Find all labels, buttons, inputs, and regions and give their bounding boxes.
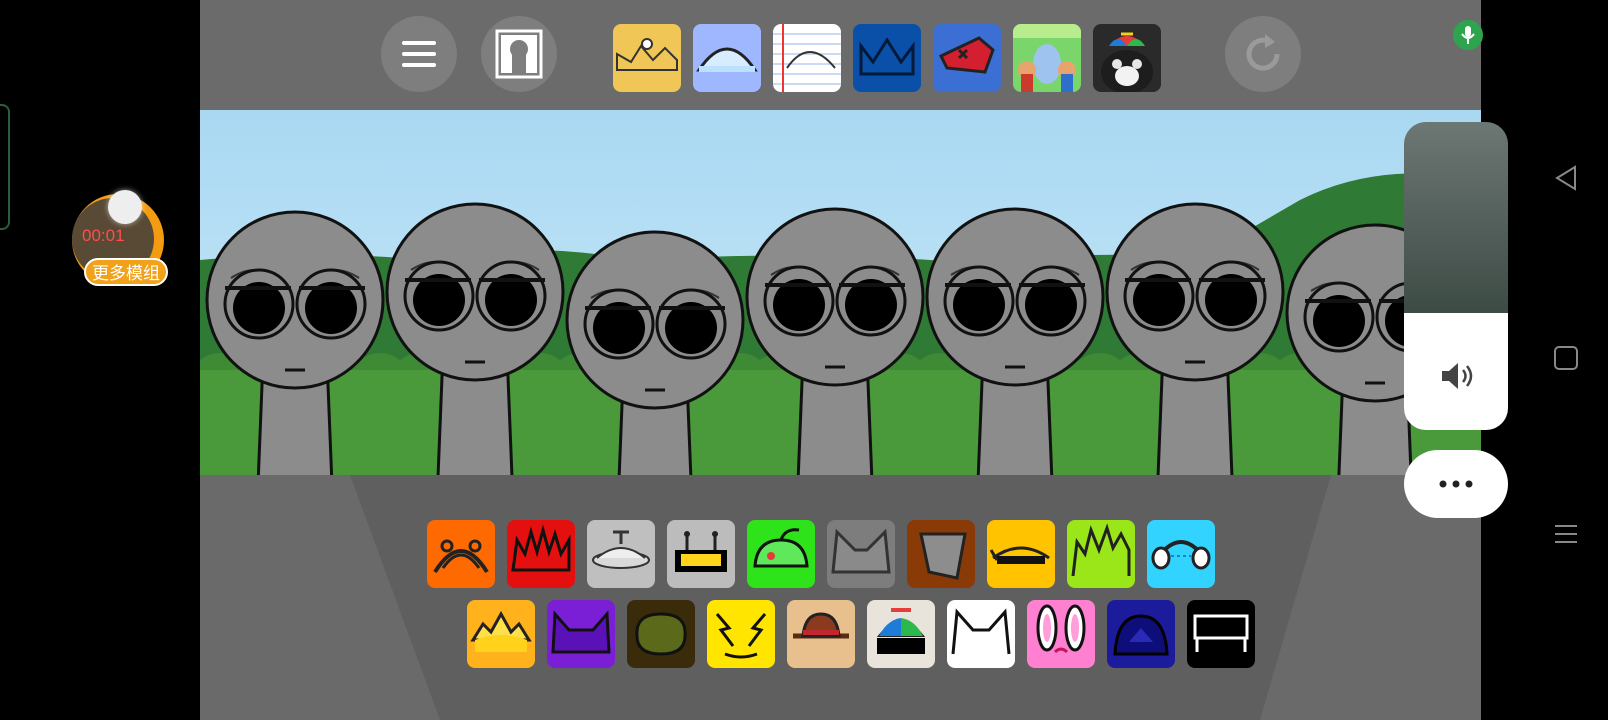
microphone-button[interactable]	[1453, 20, 1483, 50]
pink-bunny-sound-button[interactable]	[1027, 600, 1095, 668]
mod-slot-1[interactable]	[613, 24, 681, 92]
propeller-cap-sound-button[interactable]	[867, 600, 935, 668]
red-blue-hat-mod-icon	[933, 24, 1001, 92]
nav-menu-button[interactable]	[1548, 516, 1584, 552]
green-characters-mod-icon	[1013, 24, 1081, 92]
back-triangle-icon	[1555, 165, 1576, 191]
black-bench-sound-button[interactable]	[1187, 600, 1255, 668]
top-toolbar	[200, 0, 1481, 110]
mod-slot-3[interactable]	[773, 24, 841, 92]
frame-button[interactable]	[481, 16, 557, 92]
green-pepper-sound-icon	[753, 528, 809, 568]
yellow-lightning-sound-button[interactable]	[707, 600, 775, 668]
red-spiky-sound-icon	[511, 524, 571, 572]
home-square-icon	[1554, 346, 1578, 370]
silver-plate-sound-button[interactable]	[587, 520, 655, 588]
olive-bush-sound-icon	[635, 612, 687, 656]
white-cat-ears-sound-icon	[951, 608, 1011, 655]
olive-bush-sound-button[interactable]	[627, 600, 695, 668]
side-panel-handle[interactable]	[0, 104, 10, 230]
robot-visor-sound-icon	[675, 531, 727, 572]
game-area	[200, 0, 1481, 720]
fedora-sound-button[interactable]	[787, 600, 855, 668]
red-spiky-sound-button[interactable]	[507, 520, 575, 588]
speaker-icon	[1442, 363, 1473, 389]
menu-lines-icon	[1555, 525, 1577, 543]
nav-home-button[interactable]	[1548, 340, 1584, 376]
blue-headphones-sound-button[interactable]	[1147, 520, 1215, 588]
recorder-knob[interactable]	[108, 190, 142, 224]
green-pepper-sound-button[interactable]	[747, 520, 815, 588]
keyhole-frame-icon	[495, 29, 543, 79]
navy-dome-sound-icon	[1113, 614, 1169, 656]
mod-slot-5[interactable]	[933, 24, 1001, 92]
recorder-time: 00:01	[82, 226, 125, 245]
lime-hair-sound-icon	[1071, 523, 1131, 577]
grey-cat-ears-sound-button[interactable]	[827, 520, 895, 588]
sunrise-crown-sound-icon	[470, 610, 532, 652]
black-bench-sound-icon	[1193, 614, 1249, 652]
pink-bunny-sound-icon	[1036, 604, 1086, 654]
notebook-paper-mod-icon	[773, 24, 841, 92]
scene-canvas	[200, 110, 1481, 475]
more-mods-badge[interactable]: 更多模组	[84, 258, 168, 286]
brown-bucket-sound-icon	[919, 532, 967, 580]
volume-slider[interactable]	[1404, 122, 1508, 430]
nav-back-button[interactable]	[1548, 160, 1584, 196]
yellow-visor-sound-button[interactable]	[987, 520, 1055, 588]
cat-propeller-mod-icon	[1093, 24, 1161, 92]
orange-antenna-sound-icon	[433, 539, 489, 574]
mod-slot-7[interactable]	[1093, 24, 1161, 92]
more-options-button[interactable]	[1404, 450, 1508, 518]
menu-button[interactable]	[381, 16, 457, 92]
volume-track	[1404, 122, 1508, 313]
blue-headphones-sound-icon	[1151, 540, 1211, 570]
reset-button[interactable]	[1225, 16, 1301, 92]
purple-horns-sound-button[interactable]	[547, 600, 615, 668]
yellow-visor-sound-icon	[989, 546, 1050, 564]
mod-slot-6[interactable]	[1013, 24, 1081, 92]
sunrise-crown-sound-button[interactable]	[467, 600, 535, 668]
grey-cat-ears-sound-icon	[831, 528, 891, 574]
brown-bucket-sound-button[interactable]	[907, 520, 975, 588]
orange-antenna-sound-button[interactable]	[427, 520, 495, 588]
robot-visor-sound-button[interactable]	[667, 520, 735, 588]
white-cat-ears-sound-button[interactable]	[947, 600, 1015, 668]
mod-slot-2[interactable]	[693, 24, 761, 92]
refresh-icon	[1246, 34, 1280, 71]
performance-scene	[200, 110, 1481, 475]
hamburger-menu-icon	[402, 41, 436, 67]
yellow-crown-mod-icon	[613, 24, 681, 92]
stage-floor	[350, 475, 1331, 720]
more-dots-icon	[1439, 480, 1473, 488]
purple-horns-sound-icon	[551, 610, 611, 654]
yellow-lightning-sound-icon	[715, 613, 767, 659]
sound-palette-stage	[200, 475, 1481, 720]
dark-blue-crown-mod-icon	[853, 24, 921, 92]
microphone-icon	[1461, 26, 1475, 44]
lime-hair-sound-button[interactable]	[1067, 520, 1135, 588]
fedora-sound-icon	[793, 612, 849, 639]
silver-plate-sound-icon	[592, 530, 650, 569]
android-nav-rail	[1524, 0, 1608, 720]
navy-dome-sound-button[interactable]	[1107, 600, 1175, 668]
blue-dome-mod-icon	[693, 24, 761, 92]
mod-slot-4[interactable]	[853, 24, 921, 92]
propeller-cap-sound-icon	[876, 608, 926, 654]
